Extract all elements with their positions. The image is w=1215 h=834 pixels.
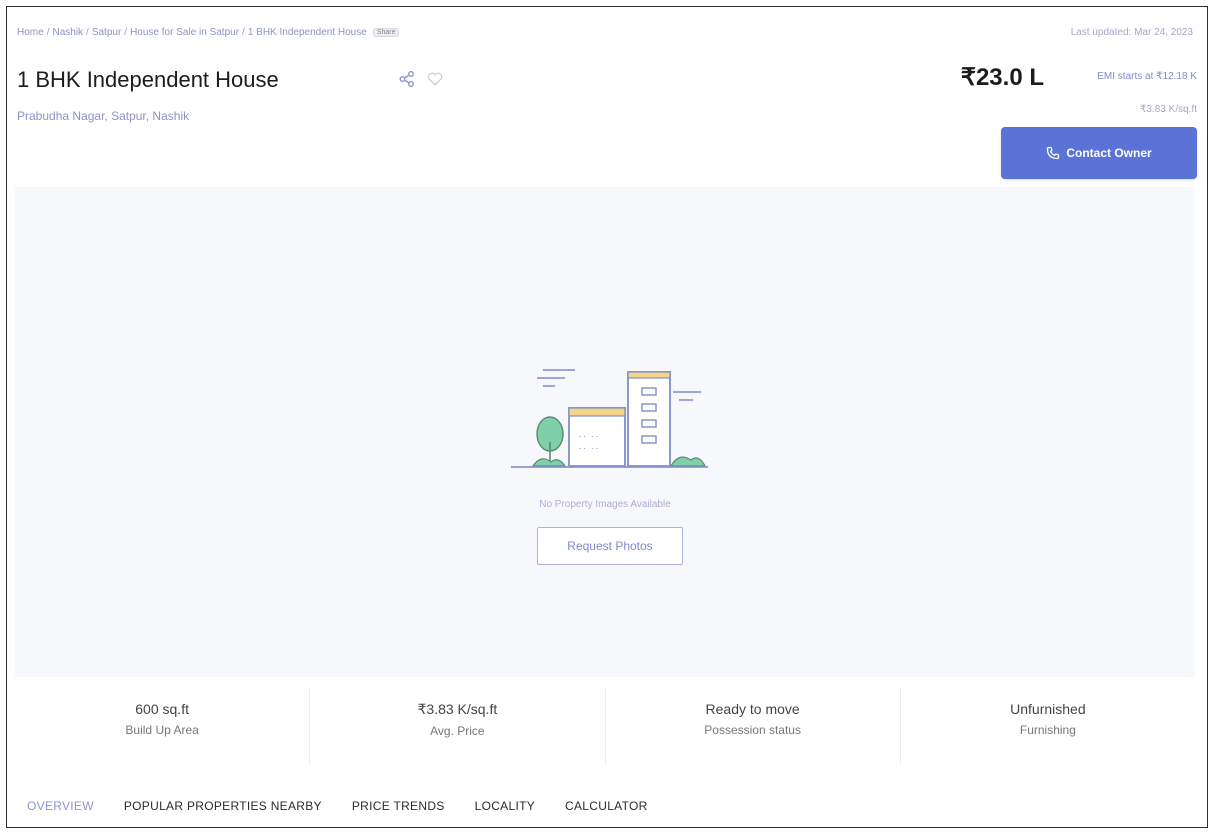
- tab-overview[interactable]: OVERVIEW: [27, 799, 94, 813]
- tab-price-trends[interactable]: PRICE TRENDS: [352, 799, 445, 813]
- breadcrumb-separator: /: [242, 27, 245, 38]
- share-icon[interactable]: [398, 70, 416, 88]
- stat-build-up-area: 600 sq.ft Build Up Area: [15, 687, 311, 765]
- stat-value: 600 sq.ft: [135, 701, 189, 717]
- contact-owner-button[interactable]: Contact Owner: [1001, 127, 1197, 179]
- page-title: 1 BHK Independent House: [17, 67, 279, 92]
- breadcrumb-badge[interactable]: Share: [372, 28, 400, 37]
- stat-label: Furnishing: [1019, 723, 1076, 737]
- phone-icon: [1047, 146, 1060, 160]
- last-updated: Last updated: Mar 24, 2023: [1070, 27, 1193, 38]
- stat-furnishing: Unfurnished Furnishing: [901, 687, 1195, 765]
- price-per-sqft: ₹3.83 K/sq.ft: [1140, 104, 1197, 115]
- stat-possession-status: Ready to move Possession status: [606, 687, 901, 765]
- section-tabs: OVERVIEW POPULAR PROPERTIES NEARBY PRICE…: [27, 799, 648, 813]
- svg-text:.. ..: .. ..: [578, 431, 599, 439]
- stat-label: Possession status: [704, 723, 801, 737]
- emi-link[interactable]: EMI starts at ₹12.18 K: [1097, 71, 1197, 82]
- stat-value: Ready to move: [705, 701, 800, 717]
- stat-label: Avg. Price: [430, 724, 485, 738]
- breadcrumb-separator: /: [124, 27, 128, 38]
- breadcrumb-city[interactable]: Nashik: [52, 27, 83, 38]
- breadcrumb-category[interactable]: House for Sale in Satpur: [130, 27, 239, 38]
- property-page: Home / Nashik / Satpur / House for Sale in Sat…: [6, 6, 1208, 828]
- breadcrumb-locality[interactable]: Satpur: [92, 27, 121, 38]
- property-price: ₹23.0 L: [960, 64, 1044, 91]
- tab-popular-properties-nearby[interactable]: POPULAR PROPERTIES NEARBY: [124, 799, 322, 813]
- breadcrumb-separator: /: [86, 27, 89, 38]
- no-images-message: No Property Images Available: [539, 499, 671, 510]
- stat-avg-price: ₹3.83 K/sq.ft Avg. Price: [310, 687, 606, 765]
- property-stats: 600 sq.ft Build Up Area ₹3.83 K/sq.ft Av…: [15, 687, 1195, 765]
- heart-icon[interactable]: [426, 70, 444, 88]
- svg-text:.. ..: .. ..: [578, 443, 599, 451]
- building-illustration: .. .. .. ..: [511, 369, 708, 468]
- stat-label: Build Up Area: [125, 723, 199, 737]
- stat-value: Unfurnished: [1010, 701, 1086, 717]
- breadcrumb-home[interactable]: Home: [17, 27, 44, 38]
- property-location: Prabudha Nagar, Satpur, Nashik: [17, 109, 190, 123]
- tab-locality[interactable]: LOCALITY: [475, 799, 535, 813]
- photo-gallery: .. .. .. .. No Property Images Available…: [15, 187, 1195, 677]
- tab-calculator[interactable]: CALCULATOR: [565, 799, 648, 813]
- request-photos-button[interactable]: Request Photos: [537, 527, 683, 565]
- breadcrumb-current: 1 BHK Independent House: [247, 27, 367, 38]
- contact-owner-label: Contact Owner: [1066, 146, 1152, 160]
- stat-value: ₹3.83 K/sq.ft: [417, 701, 498, 717]
- breadcrumb: Home / Nashik / Satpur / House for Sale in Sat…: [17, 27, 400, 38]
